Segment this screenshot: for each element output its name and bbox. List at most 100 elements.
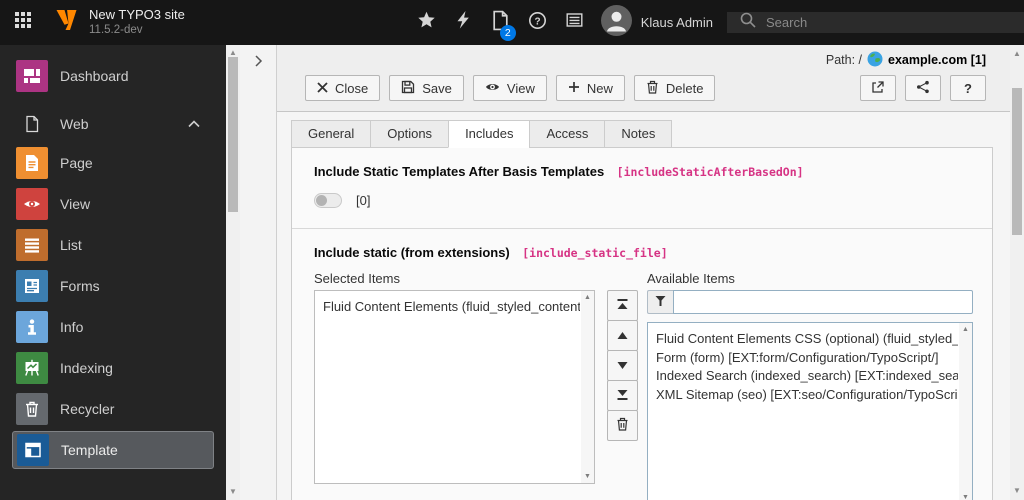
sidebar-item-info[interactable]: Info — [0, 306, 226, 347]
content-scrollbar-thumb[interactable] — [1012, 88, 1022, 235]
sidebar-item-label: List — [60, 236, 82, 253]
sidebar-item-label: View — [60, 195, 91, 212]
tab-includes[interactable]: Includes — [448, 120, 531, 148]
move-up-button[interactable] — [607, 320, 638, 351]
system-information-button[interactable] — [556, 0, 593, 45]
open-in-new-window-button[interactable] — [860, 75, 896, 101]
sidebar-item-view[interactable]: View — [0, 183, 226, 224]
topbar: New TYPO3 site 11.5.2-dev 2 ? Klaus Admi… — [0, 0, 1024, 45]
plus-icon — [568, 81, 580, 96]
list-item[interactable]: Fluid Content Elements CSS (optional) (f… — [656, 330, 958, 349]
avatar — [600, 4, 632, 41]
help-menu-button[interactable]: ? — [519, 0, 556, 45]
share-button[interactable] — [905, 75, 941, 101]
bookmarks-button[interactable] — [408, 0, 445, 45]
move-to-top-button[interactable] — [607, 290, 638, 321]
scroll-down-arrow-icon[interactable]: ▼ — [1013, 487, 1021, 495]
scroll-down-arrow-icon[interactable]: ▼ — [962, 494, 969, 500]
list-item[interactable]: Fluid Content Elements (fluid_styled_con… — [323, 298, 580, 317]
clear-cache-button[interactable] — [445, 0, 482, 45]
sidebar-item-recycler[interactable]: Recycler — [0, 388, 226, 429]
close-button[interactable]: Close — [305, 75, 381, 101]
available-items-list[interactable]: Fluid Content Elements CSS (optional) (f… — [647, 322, 973, 500]
template-module-icon — [17, 434, 49, 466]
search-input[interactable]: Search — [727, 12, 1024, 33]
user-menu[interactable]: Klaus Admin — [593, 4, 727, 41]
include-after-toggle[interactable] — [314, 193, 342, 208]
content-scrollbar[interactable]: ▲ ▼ — [1010, 45, 1024, 500]
svg-text:?: ? — [534, 16, 540, 27]
expand-pagetree-button[interactable] — [253, 54, 263, 73]
includes-tab-panel: Include Static Templates After Basis Tem… — [291, 147, 993, 500]
delete-button[interactable]: Delete — [633, 75, 716, 101]
field-label: Include Static Templates After Basis Tem… — [314, 164, 605, 179]
move-down-button[interactable] — [607, 350, 638, 381]
page-title: example.com [1] — [888, 53, 986, 67]
tab-access[interactable]: Access — [529, 120, 606, 148]
available-items-scrollbar[interactable]: ▲ ▼ — [959, 323, 972, 500]
scroll-up-arrow-icon[interactable]: ▲ — [962, 326, 969, 333]
sidebar-item-indexing[interactable]: Indexing — [0, 347, 226, 388]
open-documents-button[interactable]: 2 — [482, 0, 519, 45]
remove-item-button[interactable] — [607, 410, 638, 441]
scroll-down-arrow-icon[interactable]: ▼ — [584, 473, 591, 480]
scroll-down-arrow-icon[interactable]: ▼ — [229, 488, 237, 496]
typo3-logo-icon — [54, 7, 79, 38]
main-layout: Dashboard Web Page View List Forms Info … — [0, 45, 1024, 500]
filter-row — [647, 290, 973, 314]
module-menu-scrollbar-thumb[interactable] — [228, 57, 238, 212]
sidebar-item-list[interactable]: List — [0, 224, 226, 265]
sidebar-item-label: Template — [61, 442, 118, 458]
selected-items-list[interactable]: Fluid Content Elements (fluid_styled_con… — [314, 290, 595, 484]
content-area: Path: / example.com [1] Close Save View … — [277, 45, 1010, 500]
selected-items-label: Selected Items — [314, 271, 400, 286]
pagetree-expand-strip — [240, 45, 277, 500]
move-to-bottom-button[interactable] — [607, 380, 638, 411]
module-menu: Dashboard Web Page View List Forms Info … — [0, 45, 226, 500]
tab-options[interactable]: Options — [370, 120, 450, 148]
sidebar-item-forms[interactable]: Forms — [0, 265, 226, 306]
list-item[interactable]: Indexed Search (indexed_search) [EXT:ind… — [656, 367, 958, 386]
search-placeholder: Search — [766, 15, 808, 30]
topbar-toolbar: 2 ? Klaus Admin Search — [408, 0, 1024, 45]
sidebar-item-template[interactable]: Template — [12, 431, 214, 469]
list-item[interactable]: XML Sitemap (seo) [EXT:seo/Configuration… — [656, 386, 958, 405]
docheader-toolbar: Close Save View New Delete ? — [305, 75, 986, 101]
forms-module-icon — [16, 269, 48, 302]
include-static-section: Include static (from extensions) [includ… — [292, 229, 992, 500]
trash-icon — [616, 417, 629, 434]
apps-grid-button[interactable] — [0, 0, 46, 45]
form-tabs: General Options Includes Access Notes — [291, 120, 1010, 148]
typo3-version: 11.5.2-dev — [89, 24, 143, 37]
sidebar-group-web[interactable]: Web — [0, 111, 226, 137]
globe-icon — [867, 51, 883, 70]
move-to-top-icon — [617, 298, 628, 313]
module-menu-scrollbar[interactable]: ▲ ▼ — [226, 45, 240, 500]
sidebar-item-dashboard[interactable]: Dashboard — [0, 55, 226, 96]
brand[interactable]: New TYPO3 site 11.5.2-dev — [46, 0, 193, 45]
help-circle-icon: ? — [528, 11, 547, 35]
save-button[interactable]: Save — [389, 75, 464, 101]
search-icon — [740, 12, 756, 33]
multi-select-wizard: Selected Items Fluid Content Elements (f… — [314, 271, 973, 500]
indexing-module-icon — [16, 351, 48, 384]
star-icon — [417, 11, 436, 34]
tab-general[interactable]: General — [291, 120, 372, 148]
context-help-button[interactable]: ? — [950, 75, 986, 101]
list-item[interactable]: Form (form) [EXT:form/Configuration/Typo… — [656, 349, 958, 368]
scroll-up-arrow-icon[interactable]: ▲ — [229, 49, 237, 57]
item-controls — [607, 271, 638, 500]
sidebar-item-page[interactable]: Page — [0, 142, 226, 183]
scroll-up-arrow-icon[interactable]: ▲ — [1013, 50, 1021, 58]
filter-input[interactable] — [673, 290, 973, 314]
eye-icon — [485, 80, 500, 97]
site-title: New TYPO3 site — [89, 7, 185, 23]
new-button[interactable]: New — [555, 75, 625, 101]
scroll-up-arrow-icon[interactable]: ▲ — [584, 294, 591, 301]
view-button[interactable]: View — [472, 75, 547, 101]
move-up-icon — [617, 328, 628, 343]
field-code: [includeStaticAfterBasedOn] — [616, 165, 804, 179]
tab-notes[interactable]: Notes — [604, 120, 673, 148]
selected-items-scrollbar[interactable]: ▲ ▼ — [581, 291, 594, 483]
path-prefix: Path: / — [825, 53, 863, 67]
